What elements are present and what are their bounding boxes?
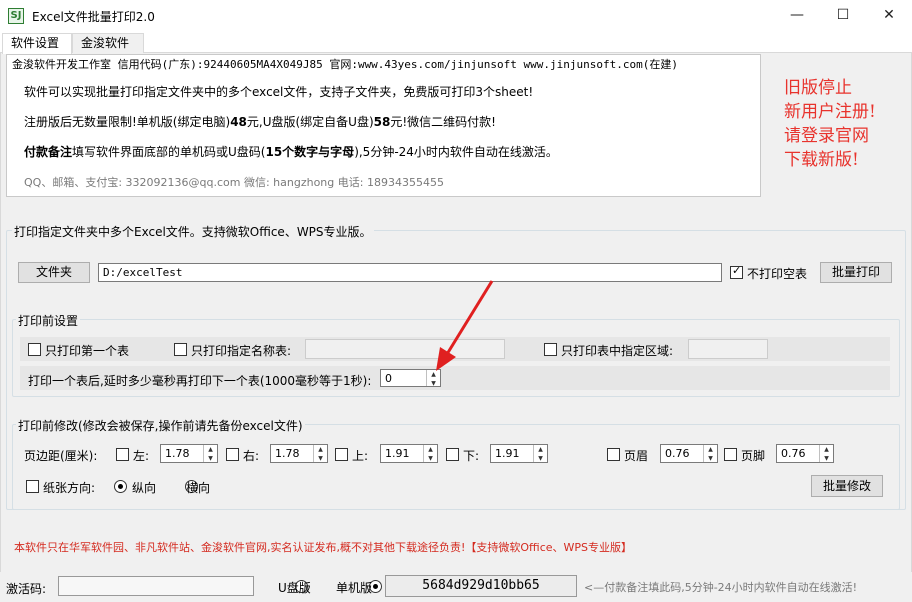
batch-modify-button[interactable]: 批量修改 bbox=[811, 475, 883, 497]
orientation-label: 纸张方向: bbox=[43, 481, 96, 495]
notice-line-1: 旧版停止 bbox=[784, 78, 852, 98]
price-text-a: 注册版后无数量限制!单机版(绑定电脑) bbox=[24, 115, 231, 129]
info-feature-line: 软件可以实现批量打印指定文件夹中的多个excel文件，支持子文件夹，免费版可打印… bbox=[24, 85, 534, 99]
named-sheet-label: 只打印指定名称表: bbox=[191, 344, 292, 358]
machine-code-display: 5684d929d10bb65 bbox=[385, 575, 577, 597]
notice-line-4: 下载新版! bbox=[784, 150, 859, 170]
footer-margin-label: 页脚 bbox=[741, 449, 766, 463]
batch-print-button[interactable]: 批量打印 bbox=[820, 262, 892, 283]
spinner-arrows-icon[interactable]: ▲ ▼ bbox=[533, 445, 547, 462]
disclaimer-text: 本软件只在华军软件园、非凡软件站、金浚软件官网,实名认证发布,概不对其他下载途径… bbox=[14, 541, 632, 554]
delay-label: 打印一个表后,延时多少毫秒再打印下一个表(1000毫秒等于1秒): bbox=[28, 374, 372, 388]
top-margin-checkbox[interactable] bbox=[335, 448, 348, 461]
spinner-arrows-icon[interactable]: ▲ ▼ bbox=[703, 445, 717, 462]
price-text-c: 元,U盘版(绑定自备U盘) bbox=[246, 115, 374, 129]
footer-margin-value: 0.76 bbox=[781, 447, 806, 460]
first-sheet-checkbox[interactable] bbox=[28, 343, 41, 356]
annotation-arrow-head bbox=[436, 347, 456, 371]
price-usb: 58 bbox=[373, 115, 391, 129]
modify-group bbox=[12, 424, 900, 510]
payment-note-tail: ),5分钟-24小时内软件自动在线激活。 bbox=[354, 145, 558, 159]
price-text-e: 元!微信二维码付款! bbox=[390, 115, 496, 129]
orientation-checkbox[interactable] bbox=[26, 480, 39, 493]
folder-button[interactable]: 文件夹 bbox=[18, 262, 90, 283]
activation-label: 激活码: bbox=[6, 582, 47, 596]
notice-line-2: 新用户注册! bbox=[784, 102, 876, 122]
app-icon: SJ bbox=[8, 8, 24, 24]
info-contact-line: QQ、邮箱、支付宝: 332092136@qq.com 微信: hangzhon… bbox=[24, 176, 444, 189]
spinner-arrows-icon[interactable]: ▲ ▼ bbox=[203, 445, 217, 462]
footer-margin-checkbox[interactable] bbox=[724, 448, 737, 461]
range-checkbox[interactable] bbox=[544, 343, 557, 356]
window-title: Excel文件批量打印2.0 bbox=[32, 10, 155, 24]
first-sheet-label: 只打印第一个表 bbox=[45, 344, 130, 358]
print-group-title: 打印指定文件夹中多个Excel文件。支持微软Office、WPS专业版。 bbox=[12, 223, 374, 240]
notice-line-3: 请登录官网 bbox=[784, 126, 869, 146]
top-margin-label: 上: bbox=[352, 449, 369, 463]
activation-code-input[interactable] bbox=[58, 576, 254, 596]
annotation-arrow bbox=[436, 280, 494, 371]
tab-jinjun-software[interactable]: 金浚软件 bbox=[72, 33, 144, 53]
payment-note-bold: 付款备注 bbox=[24, 145, 73, 159]
delay-value: 0 bbox=[385, 372, 392, 385]
folder-path-input[interactable]: D:/excelTest bbox=[98, 263, 722, 282]
single-version-label: 单机版 bbox=[336, 581, 373, 595]
payment-note-text: 填写软件界面底部的单机码或U盘码( bbox=[72, 145, 266, 159]
right-margin-spinner[interactable]: 1.78 ▲ ▼ bbox=[270, 444, 328, 463]
bottom-margin-checkbox[interactable] bbox=[446, 448, 459, 461]
margin-label: 页边距(厘米): bbox=[24, 449, 98, 463]
bottom-margin-label: 下: bbox=[463, 449, 480, 463]
left-margin-label: 左: bbox=[133, 449, 150, 463]
price-single: 48 bbox=[230, 115, 247, 129]
portrait-label: 纵向 bbox=[132, 481, 157, 495]
bottom-margin-spinner[interactable]: 1.91 ▲ ▼ bbox=[490, 444, 548, 463]
footer-margin-spinner[interactable]: 0.76 ▲ ▼ bbox=[776, 444, 834, 463]
right-margin-value: 1.78 bbox=[275, 447, 300, 460]
bottom-margin-value: 1.91 bbox=[495, 447, 520, 460]
left-margin-checkbox[interactable] bbox=[116, 448, 129, 461]
left-margin-spinner[interactable]: 1.78 ▲ ▼ bbox=[160, 444, 218, 463]
spinner-arrows-icon[interactable]: ▲ ▼ bbox=[313, 445, 327, 462]
range-input[interactable] bbox=[688, 339, 768, 359]
skip-empty-label: 不打印空表 bbox=[747, 267, 808, 281]
minimize-button[interactable]: — bbox=[774, 0, 820, 31]
spinner-arrows-icon[interactable]: ▲ ▼ bbox=[819, 445, 833, 462]
spinner-arrows-icon[interactable]: ▲ ▼ bbox=[423, 445, 437, 462]
machine-code-hint: <—付款备注填此码,5分钟-24小时内软件自动在线激活! bbox=[584, 581, 858, 594]
title-bar: SJ Excel文件批量打印2.0 — ☐ ✕ bbox=[0, 0, 912, 31]
usb-version-label: U盘版 bbox=[278, 581, 311, 595]
info-company-line: 金浚软件开发工作室 信用代码(广东):92440605MA4X049J85 官网… bbox=[12, 58, 678, 71]
landscape-label: 横向 bbox=[186, 481, 211, 495]
modify-group-title: 打印前修改(修改会被保存,操作前请先备份excel文件) bbox=[16, 417, 305, 434]
range-label: 只打印表中指定区域: bbox=[561, 344, 674, 358]
close-button[interactable]: ✕ bbox=[866, 0, 912, 31]
payment-note-highlight: 15个数字与字母 bbox=[265, 145, 355, 159]
info-price-line: 注册版后无数量限制!单机版(绑定电脑)48元,U盘版(绑定自备U盘)58元!微信… bbox=[24, 113, 496, 130]
pre-print-settings-title: 打印前设置 bbox=[16, 312, 81, 329]
new-version-notice: 旧版停止 新用户注册! 请登录官网 下载新版! bbox=[784, 76, 876, 172]
header-margin-label: 页眉 bbox=[624, 449, 649, 463]
named-sheet-checkbox[interactable] bbox=[174, 343, 187, 356]
right-margin-checkbox[interactable] bbox=[226, 448, 239, 461]
header-margin-spinner[interactable]: 0.76 ▲ ▼ bbox=[660, 444, 718, 463]
maximize-button[interactable]: ☐ bbox=[820, 0, 866, 31]
left-margin-value: 1.78 bbox=[165, 447, 190, 460]
top-margin-spinner[interactable]: 1.91 ▲ ▼ bbox=[380, 444, 438, 463]
header-margin-value: 0.76 bbox=[665, 447, 690, 460]
right-margin-label: 右: bbox=[243, 449, 260, 463]
tab-software-settings[interactable]: 软件设置 bbox=[2, 33, 72, 54]
top-margin-value: 1.91 bbox=[385, 447, 410, 460]
header-margin-checkbox[interactable] bbox=[607, 448, 620, 461]
skip-empty-checkbox[interactable]: ✓ bbox=[730, 264, 743, 279]
annotation-arrow-shaft bbox=[442, 280, 494, 360]
portrait-radio[interactable] bbox=[114, 480, 127, 493]
info-payment-note: 付款备注填写软件界面底部的单机码或U盘码(15个数字与字母),5分钟-24小时内… bbox=[24, 143, 558, 160]
